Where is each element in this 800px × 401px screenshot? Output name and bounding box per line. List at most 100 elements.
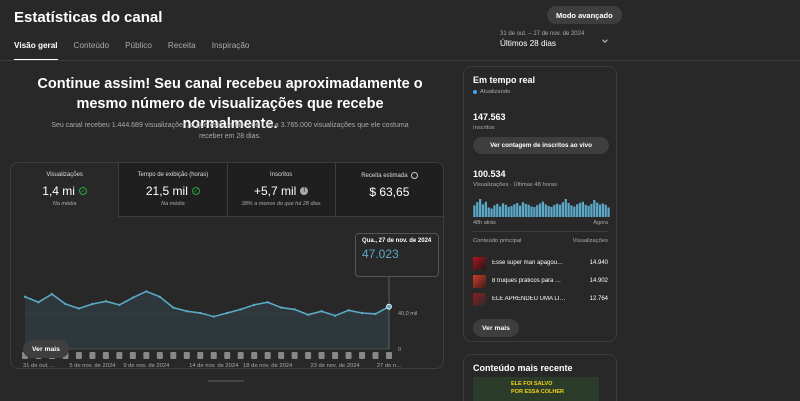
hourly-bar [587, 205, 590, 217]
hourly-bar [573, 206, 576, 217]
hourly-bar [487, 207, 490, 217]
upload-marker-icon [237, 352, 244, 359]
hourly-bar [593, 200, 596, 217]
hourly-bar [538, 203, 542, 217]
hourly-bar [607, 207, 610, 217]
data-point [239, 308, 242, 311]
thumbnail-caption: ELE FOI SALVO [511, 381, 553, 387]
upload-marker-icon [210, 352, 217, 359]
hourly-bar [567, 203, 570, 217]
data-point [199, 311, 202, 315]
hourly-bar [484, 201, 487, 217]
data-point [91, 302, 94, 306]
live-subs-button[interactable]: Ver contagem de inscritos ao vivo [473, 137, 609, 154]
hourly-bar [604, 204, 607, 217]
tab-inspiration[interactable]: Inspiração [212, 41, 250, 61]
hourly-bar [527, 204, 530, 217]
upload-marker-icon [224, 352, 231, 359]
x-tick-label: 27 de n... [377, 363, 402, 369]
tooltip-date: Qua., 27 de nov. de 2024 [362, 238, 432, 244]
hourly-bar [544, 204, 547, 217]
top-content-row[interactable]: ELE APRENDEU UMA LI… 12.764 [473, 292, 608, 306]
clock-icon [410, 172, 418, 179]
upload-marker-icon [264, 352, 271, 359]
see-more-button[interactable]: Ver mais [23, 340, 69, 358]
hourly-bar [521, 202, 525, 217]
metric-revenue[interactable]: Receita estimada $ 63,65 [335, 163, 443, 217]
hourly-bar [518, 205, 522, 217]
metric-note: Na média [52, 201, 77, 207]
data-point [306, 313, 310, 316]
metric-value: 21,5 mil [145, 184, 188, 198]
data-point [37, 301, 40, 304]
metric-tabs: Visualizações 1,4 mi ✓ Na média Tempo de … [11, 163, 443, 217]
upload-marker-icon [197, 352, 204, 359]
upload-marker-icon [143, 352, 150, 359]
check-icon: ✓ [78, 187, 87, 195]
hourly-bar [561, 202, 565, 217]
data-point [252, 303, 256, 307]
advanced-mode-button[interactable]: Modo avançado [547, 6, 622, 24]
overview-chart-card: Visualizações 1,4 mi ✓ Na média Tempo de … [10, 162, 444, 369]
info-icon[interactable]: ! [300, 187, 309, 195]
date-picker[interactable]: 31 de out. – 27 de nov. de 2024 Últimos … [500, 31, 584, 48]
recent-title: Conteúdo mais recente [473, 363, 573, 373]
top-views-header: Visualizações [572, 238, 608, 244]
upload-marker-icon [75, 352, 82, 359]
tab-revenue[interactable]: Receita [168, 41, 196, 61]
tab-overview[interactable]: Visão geral [14, 41, 58, 61]
metric-subscribers[interactable]: Inscritos +5,7 mil! 38% a menos do que h… [227, 163, 336, 217]
upload-marker-icon [359, 352, 366, 359]
row-title: 8 truques práticos para … [492, 278, 562, 284]
top-content-row[interactable]: 8 truques práticos para … 14.902 [473, 274, 608, 288]
metric-note: Na média [161, 201, 185, 207]
header-divider [0, 60, 800, 61]
page-title: Estatísticas do canal [14, 9, 163, 26]
thumbnail-caption: POR ESSA COLHER [511, 389, 564, 395]
metric-note: 38% a menos do que há 28 dias [241, 201, 321, 207]
upload-marker-icon [170, 352, 177, 359]
x-tick-label: 5 de nov. de 2024 [69, 363, 116, 369]
realtime-subs-label: Inscritos [473, 125, 495, 131]
check-icon: ✓ [191, 187, 200, 195]
upload-marker-icon [102, 352, 109, 359]
row-views: 14.902 [589, 278, 608, 284]
video-thumbnail [473, 292, 486, 306]
tab-content[interactable]: Conteúdo [74, 41, 110, 61]
metric-value: 1,4 mi [42, 184, 75, 198]
see-more-button[interactable]: Ver mais [473, 319, 519, 337]
data-point [212, 315, 215, 318]
realtime-bar-chart[interactable] [473, 199, 610, 217]
upload-marker-icon [278, 352, 285, 359]
chevron-down-icon[interactable] [601, 37, 609, 45]
data-point [333, 314, 337, 317]
hourly-bar [584, 204, 587, 217]
hourly-bar [533, 207, 536, 217]
hourly-bar [558, 204, 562, 217]
chart-area [25, 291, 389, 349]
recent-content-card: Conteúdo mais recente ELE FOI SALVO POR … [463, 354, 617, 401]
upload-marker-icon [291, 352, 298, 359]
date-label: Últimos 28 dias [500, 39, 556, 48]
video-thumbnail [473, 274, 486, 288]
metric-watch-time[interactable]: Tempo de exibição (horas) 21,5 mil ✓ Na m… [119, 163, 228, 217]
realtime-views-value: 100.534 [473, 169, 506, 179]
data-point [279, 306, 283, 309]
top-content-row[interactable]: Esse super man apagou… 14.940 [473, 256, 608, 270]
hourly-bar [507, 206, 510, 217]
date-range: 31 de out. – 27 de nov. de 2024 [500, 31, 585, 37]
tab-audience[interactable]: Público [125, 41, 152, 61]
hourly-bar [598, 204, 602, 217]
data-point [293, 308, 296, 311]
data-point [104, 300, 108, 303]
data-point [347, 309, 350, 312]
metric-views[interactable]: Visualizações 1,4 mi ✓ Na média [11, 163, 120, 217]
row-title: ELE APRENDEU UMA LI… [492, 296, 566, 302]
data-point [172, 306, 175, 309]
chart-tooltip: Qua., 27 de nov. de 2024 47.023 [355, 233, 439, 277]
recent-video-thumbnail[interactable]: ELE FOI SALVO POR ESSA COLHER [473, 377, 599, 401]
hourly-bar [576, 204, 579, 217]
hourly-bar [476, 202, 479, 217]
realtime-axis-start: 48h atrás [473, 220, 496, 226]
row-views: 14.940 [589, 260, 608, 266]
